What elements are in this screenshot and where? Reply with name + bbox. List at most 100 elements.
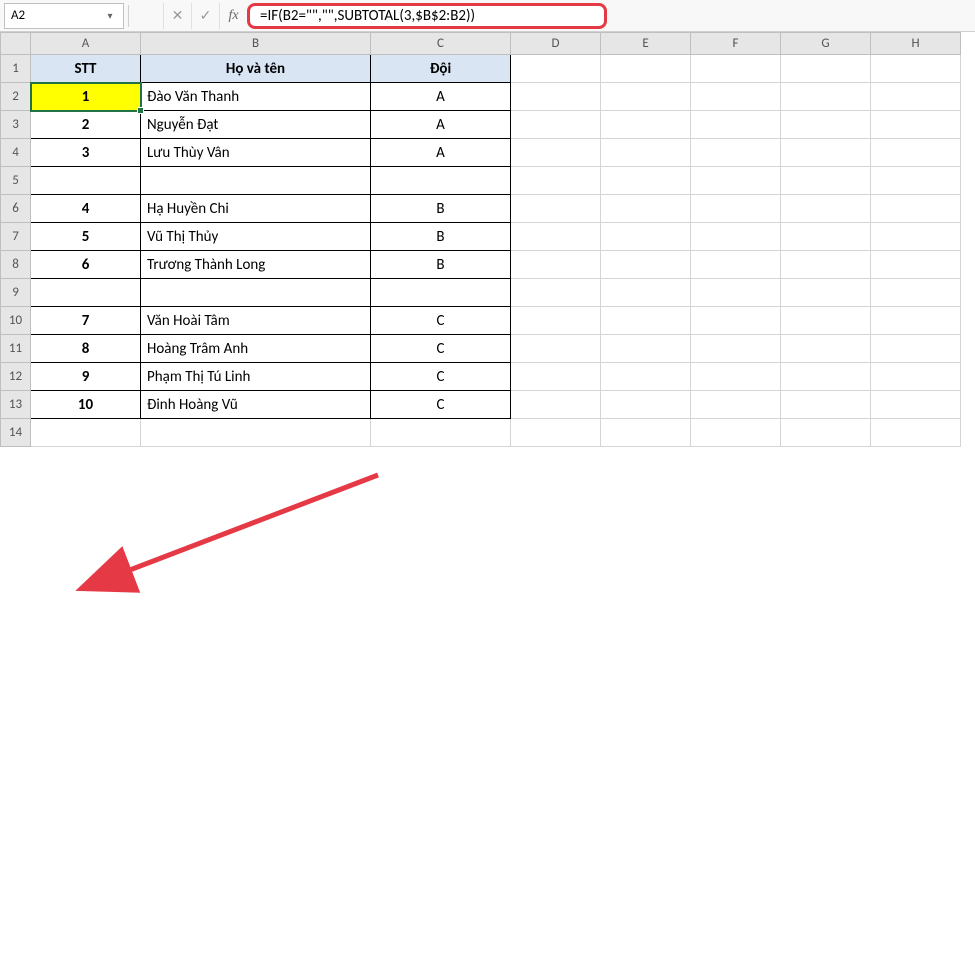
cancel-button[interactable]: ✕ bbox=[163, 3, 191, 29]
cell[interactable] bbox=[511, 419, 601, 447]
cell[interactable]: Lưu Thùy Vân bbox=[141, 139, 371, 167]
cell[interactable] bbox=[691, 391, 781, 419]
cell[interactable] bbox=[871, 279, 961, 307]
cell[interactable] bbox=[601, 391, 691, 419]
cell[interactable] bbox=[871, 307, 961, 335]
cell[interactable] bbox=[511, 251, 601, 279]
cell[interactable] bbox=[31, 419, 141, 447]
name-box[interactable]: A2 ▾ bbox=[4, 3, 124, 29]
row-header[interactable]: 10 bbox=[1, 307, 31, 335]
cell[interactable]: B bbox=[371, 223, 511, 251]
cell[interactable] bbox=[691, 83, 781, 111]
cell[interactable] bbox=[781, 83, 871, 111]
cell[interactable]: A bbox=[371, 139, 511, 167]
cell[interactable] bbox=[691, 195, 781, 223]
cell[interactable]: C bbox=[371, 391, 511, 419]
cell[interactable] bbox=[781, 223, 871, 251]
cell[interactable]: A bbox=[371, 83, 511, 111]
row-header[interactable]: 3 bbox=[1, 111, 31, 139]
cell[interactable] bbox=[601, 279, 691, 307]
cell[interactable] bbox=[781, 391, 871, 419]
cell[interactable]: Vũ Thị Thủy bbox=[141, 223, 371, 251]
cell[interactable]: 7 bbox=[31, 307, 141, 335]
cell[interactable] bbox=[781, 251, 871, 279]
column-header[interactable]: C bbox=[371, 33, 511, 55]
cell[interactable] bbox=[601, 223, 691, 251]
cell[interactable] bbox=[781, 195, 871, 223]
cell[interactable]: C bbox=[371, 335, 511, 363]
cell[interactable] bbox=[691, 167, 781, 195]
cell[interactable] bbox=[601, 307, 691, 335]
cell[interactable] bbox=[31, 279, 141, 307]
cell[interactable] bbox=[601, 363, 691, 391]
cell[interactable] bbox=[511, 139, 601, 167]
cell[interactable] bbox=[141, 167, 371, 195]
column-header[interactable]: F bbox=[691, 33, 781, 55]
row-header[interactable]: 1 bbox=[1, 55, 31, 83]
cell[interactable] bbox=[781, 55, 871, 83]
cell[interactable]: STT bbox=[31, 55, 141, 83]
cell[interactable] bbox=[511, 83, 601, 111]
row-header[interactable]: 11 bbox=[1, 335, 31, 363]
cell[interactable] bbox=[691, 335, 781, 363]
cell[interactable] bbox=[601, 83, 691, 111]
cell[interactable] bbox=[691, 55, 781, 83]
column-header[interactable]: D bbox=[511, 33, 601, 55]
row-header[interactable]: 6 bbox=[1, 195, 31, 223]
row-header[interactable]: 7 bbox=[1, 223, 31, 251]
name-box-dropdown-icon[interactable]: ▾ bbox=[103, 9, 117, 22]
cell[interactable] bbox=[511, 279, 601, 307]
cell[interactable]: 6 bbox=[31, 251, 141, 279]
cell[interactable] bbox=[691, 139, 781, 167]
cell[interactable]: 3 bbox=[31, 139, 141, 167]
cell[interactable] bbox=[691, 279, 781, 307]
cell[interactable]: Phạm Thị Tú Linh bbox=[141, 363, 371, 391]
cell[interactable]: 8 bbox=[31, 335, 141, 363]
cell[interactable] bbox=[871, 251, 961, 279]
cell[interactable] bbox=[781, 111, 871, 139]
cell[interactable]: Đinh Hoàng Vũ bbox=[141, 391, 371, 419]
cell[interactable]: B bbox=[371, 251, 511, 279]
cell[interactable] bbox=[601, 195, 691, 223]
cell[interactable] bbox=[511, 307, 601, 335]
spreadsheet-grid[interactable]: ABCDEFGH1STTHọ và tênĐội21Đào Văn ThanhA… bbox=[0, 32, 975, 447]
cell[interactable] bbox=[781, 279, 871, 307]
cell[interactable]: Họ và tên bbox=[141, 55, 371, 83]
cell[interactable] bbox=[781, 139, 871, 167]
cell[interactable] bbox=[871, 363, 961, 391]
cell[interactable] bbox=[511, 391, 601, 419]
cell[interactable] bbox=[511, 363, 601, 391]
cell[interactable] bbox=[691, 251, 781, 279]
cell[interactable] bbox=[371, 279, 511, 307]
row-header[interactable]: 12 bbox=[1, 363, 31, 391]
cell[interactable] bbox=[871, 111, 961, 139]
cell[interactable]: A bbox=[371, 111, 511, 139]
cell[interactable] bbox=[601, 251, 691, 279]
fill-handle[interactable] bbox=[137, 107, 144, 114]
cell[interactable] bbox=[691, 111, 781, 139]
cell[interactable] bbox=[601, 167, 691, 195]
cell[interactable] bbox=[781, 167, 871, 195]
cell[interactable] bbox=[511, 335, 601, 363]
cell[interactable] bbox=[31, 167, 141, 195]
column-header[interactable]: A bbox=[31, 33, 141, 55]
cell[interactable] bbox=[371, 419, 511, 447]
cell[interactable] bbox=[871, 391, 961, 419]
formula-input[interactable]: =IF(B2="","",SUBTOTAL(3,$B$2:B2)) bbox=[247, 3, 607, 29]
cell[interactable]: Đào Văn Thanh bbox=[141, 83, 371, 111]
column-header[interactable]: B bbox=[141, 33, 371, 55]
cell[interactable] bbox=[511, 195, 601, 223]
column-header[interactable]: E bbox=[601, 33, 691, 55]
cell[interactable] bbox=[781, 307, 871, 335]
cell[interactable] bbox=[601, 419, 691, 447]
cell[interactable] bbox=[511, 167, 601, 195]
cell[interactable] bbox=[871, 83, 961, 111]
cell[interactable] bbox=[871, 335, 961, 363]
column-header[interactable]: H bbox=[871, 33, 961, 55]
cell[interactable] bbox=[691, 419, 781, 447]
cell[interactable] bbox=[871, 55, 961, 83]
row-header[interactable]: 4 bbox=[1, 139, 31, 167]
cell[interactable] bbox=[691, 223, 781, 251]
cell[interactable] bbox=[691, 363, 781, 391]
row-header[interactable]: 13 bbox=[1, 391, 31, 419]
